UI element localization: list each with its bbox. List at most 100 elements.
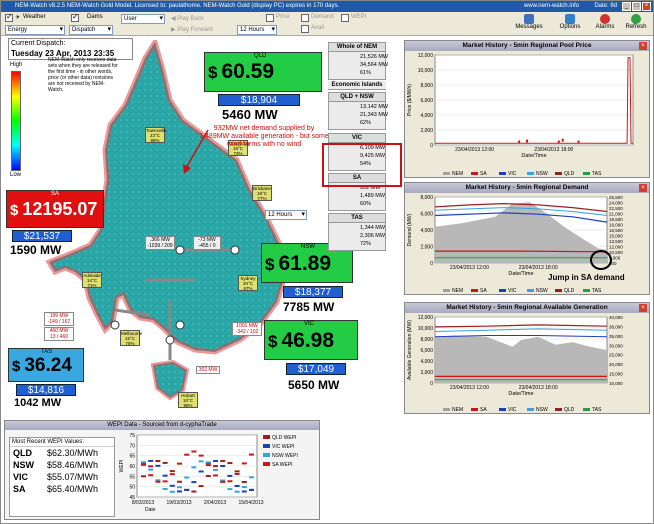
legend-label: NEM [452, 171, 463, 177]
vic-price: $46.98 [268, 329, 335, 352]
minimize-button[interactable]: _ [622, 2, 631, 11]
y-axis-label: Available Generation (MW) [407, 320, 413, 380]
close-button[interactable]: × [642, 2, 651, 11]
wepi-mark [155, 480, 161, 483]
qld-price-panel[interactable]: QLD $60.59 $18,904 5460 MW [204, 52, 322, 122]
wepi-mark [241, 486, 247, 489]
refresh-button[interactable]: Refresh [621, 14, 651, 34]
legend-swatch [583, 172, 590, 175]
x-tick-label: 8/03/2013 [132, 500, 154, 506]
user-select[interactable]: User [121, 14, 165, 24]
legend-label: NEM [452, 407, 463, 413]
y-tick-label: 8,000 [420, 195, 433, 201]
legend-swatch [527, 172, 534, 175]
annotation-arrow [183, 129, 209, 174]
sa-panel-pct: 60% [360, 201, 372, 207]
y-right-tick-label: 30,000 [609, 343, 623, 348]
maximize-button[interactable]: □ [632, 2, 641, 11]
vic-panel-title: VIC [329, 134, 385, 143]
y-tick-label: 8,000 [420, 83, 433, 89]
play-back-button[interactable]: ◀ Play Back [171, 14, 204, 24]
messages-button[interactable]: Messages [513, 14, 545, 34]
legend-label: QLD [564, 288, 575, 294]
qldnsw-panel: QLD + NSW 13,142 MW 21,343 MW 62% [328, 92, 389, 130]
legend-low: Low [10, 172, 22, 178]
wepi-row: VIC $55.07/MWh [13, 472, 99, 482]
website-link[interactable]: www.nem-watch.info [524, 1, 579, 12]
y-right-tick-label: 25,500 [609, 195, 623, 200]
dispatch-select[interactable]: Dispatch [69, 25, 113, 35]
price-chart-close-icon[interactable]: × [639, 42, 647, 50]
y-tick-label: 2,000 [420, 128, 433, 134]
legend-swatch [443, 172, 450, 175]
y-tick-label: 6,000 [420, 212, 433, 218]
qldnsw-demand: 13,142 MW [360, 104, 389, 110]
legend-swatch [583, 289, 590, 292]
alarm-icon [600, 14, 610, 24]
price-label: Price [276, 14, 290, 20]
demand-chart-close-icon[interactable]: × [639, 184, 647, 192]
avail-checkbox[interactable] [301, 25, 309, 33]
vic-price-panel[interactable]: VIC $46.98 $17,049 5650 MW [264, 320, 364, 400]
wepi-mark [213, 468, 218, 471]
legend-label: QLD [564, 171, 575, 177]
flow-murraylink: 460 MW 13 / 460 [44, 327, 74, 341]
wepi-checkbox[interactable] [341, 14, 349, 22]
wepi-mark [162, 474, 168, 477]
tas-panel-pct: 72% [360, 241, 372, 247]
price-checkbox[interactable] [266, 14, 274, 22]
legend-swatch [527, 289, 534, 292]
options-button[interactable]: Options [555, 14, 585, 34]
y-tick-label: 70 [129, 443, 135, 449]
flow-vic-nsw: 1001 MW -342 / 102 [232, 322, 262, 336]
price-spike-mark [518, 140, 521, 144]
legend-label: VIC [508, 288, 517, 294]
legend-swatch [263, 435, 270, 439]
sa-price: $12195.07 [10, 199, 98, 219]
nsw-price: $61.89 [265, 252, 332, 275]
x-tick-label: 23/04/2013 12:00 [455, 147, 494, 153]
avail-chart-close-icon[interactable]: × [639, 304, 647, 312]
node-marker [165, 335, 175, 345]
whole-avail: 34,564 MW [360, 62, 389, 68]
y-right-tick-label: 38,000 [609, 324, 623, 329]
legend-swatch [499, 289, 506, 292]
qldnsw-title: QLD + NSW [329, 93, 385, 102]
legend-label: SA [480, 171, 487, 177]
y-right-tick-label: 10,500 [609, 250, 623, 255]
tas-panel: TAS 1,344 MW 2,306 MW 72% [328, 213, 386, 251]
legend-swatch [555, 408, 562, 411]
dams-checkbox[interactable] [71, 12, 79, 22]
weather-checkbox[interactable] [5, 12, 13, 22]
y-tick-label: 6,000 [420, 348, 433, 354]
hours-select[interactable]: 12 Hours [237, 25, 277, 35]
wepi-mark [234, 472, 240, 475]
demand-checkbox[interactable] [301, 14, 309, 22]
envelope-icon [524, 14, 534, 24]
play-forward-button[interactable]: ▶ Play Forward [171, 25, 213, 35]
qldnsw-avail: 21,343 MW [360, 112, 389, 118]
weather-brisbane: Brisbane 19°C 77% [252, 185, 272, 201]
alarms-button[interactable]: Alarms [591, 14, 619, 34]
avail-label: Avail [311, 25, 324, 31]
tas-price: $36.24 [12, 355, 72, 376]
economic-islands-label: Economic Islands [328, 81, 386, 91]
flow-heywood: 199 MW -149 / 167 [44, 312, 74, 326]
nsw-price-panel[interactable]: NSW $61.89 $18,377 7785 MW [261, 243, 357, 323]
tas-price-panel[interactable]: TAS $36.24 $14,816 1042 MW [8, 348, 86, 410]
sa-panel-avail: 1,489 MW [360, 193, 386, 199]
map-hours-select[interactable]: 12 Hours [265, 210, 307, 220]
wepi-mark [191, 466, 197, 469]
wepi-mark [169, 470, 175, 473]
wepi-mark [169, 490, 175, 493]
energy-select[interactable]: Energy [5, 25, 65, 35]
wepi-mark [162, 487, 168, 490]
wepi-mark [155, 464, 161, 467]
weather-label: Weather [23, 14, 46, 20]
wepi-row: QLD $62.30/MWh [13, 448, 99, 458]
sa-price-panel[interactable]: SA $12195.07 $21,537 1590 MW [6, 190, 106, 260]
legend-label: TAS [592, 288, 602, 294]
weather-townsville: Townsville 23°C 99% [145, 127, 167, 143]
wepi-mark [177, 480, 182, 483]
options-icon [565, 14, 575, 24]
